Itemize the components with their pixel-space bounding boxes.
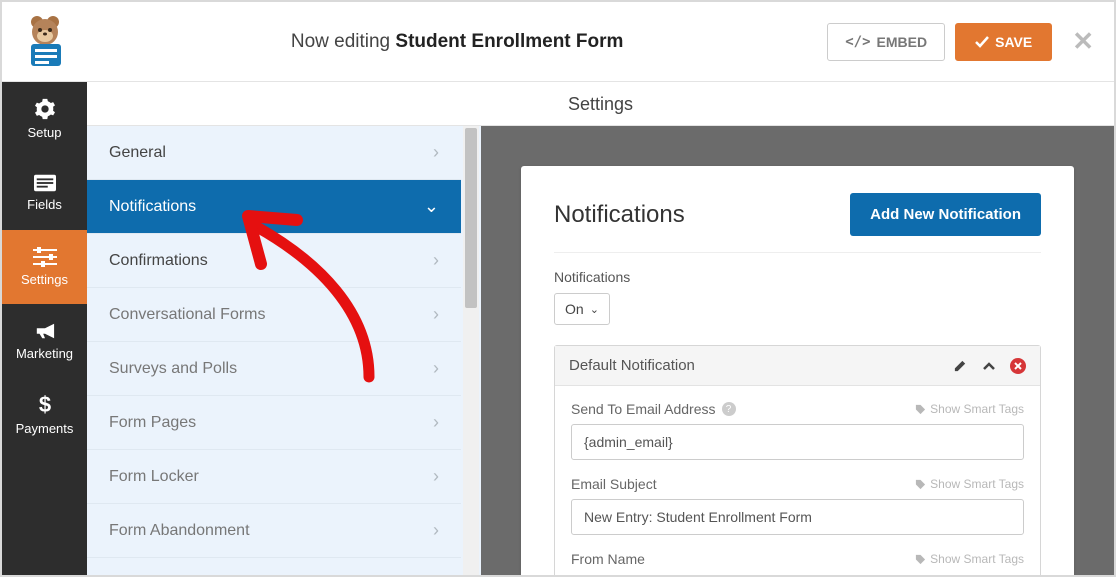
- settings-item-conversational[interactable]: Conversational Forms ›: [87, 288, 461, 342]
- nav-payments-label: Payments: [16, 421, 74, 436]
- send-to-label: Send To Email Address ?: [571, 401, 736, 417]
- settings-item-label: Confirmations: [109, 252, 208, 270]
- settings-item-form-locker[interactable]: Form Locker ›: [87, 450, 461, 504]
- notifications-toggle[interactable]: On ⌄: [554, 293, 610, 325]
- close-icon[interactable]: ✕: [1072, 26, 1094, 57]
- chevron-down-icon: ⌄: [424, 196, 439, 217]
- settings-item-label: Conversational Forms: [109, 306, 266, 324]
- help-icon[interactable]: ?: [722, 402, 736, 416]
- settings-item-label: Surveys and Polls: [109, 360, 237, 378]
- embed-label: EMBED: [877, 34, 928, 50]
- panel-area: Notifications Add New Notification Notif…: [481, 126, 1114, 575]
- smart-tags-link[interactable]: Show Smart Tags: [915, 477, 1024, 491]
- chevron-right-icon: ›: [433, 304, 439, 325]
- tag-icon: [915, 479, 926, 490]
- panel-head: Notifications Add New Notification: [554, 193, 1041, 253]
- check-icon: [975, 35, 989, 49]
- nav-fields[interactable]: Fields: [2, 156, 87, 230]
- card-actions: [953, 358, 1026, 374]
- settings-item-label: Notifications: [109, 198, 196, 216]
- settings-item-label: Form Locker: [109, 468, 199, 486]
- add-notification-button[interactable]: Add New Notification: [850, 193, 1041, 236]
- editing-prefix: Now editing: [291, 31, 396, 52]
- save-label: SAVE: [995, 34, 1032, 50]
- delete-icon[interactable]: [1010, 358, 1026, 374]
- main: Setup Fields Settings Marketing $ Paymen…: [2, 82, 1114, 575]
- nav-setup[interactable]: Setup: [2, 82, 87, 156]
- panel-title: Notifications: [554, 201, 685, 229]
- svg-text:$: $: [38, 394, 50, 416]
- smart-tags-link[interactable]: Show Smart Tags: [915, 552, 1024, 566]
- chevron-up-icon[interactable]: [982, 359, 996, 373]
- chevron-right-icon: ›: [433, 358, 439, 379]
- chevron-down-icon: ⌄: [590, 303, 599, 316]
- vertical-nav: Setup Fields Settings Marketing $ Paymen…: [2, 82, 87, 575]
- smart-tags-link[interactable]: Show Smart Tags: [915, 402, 1024, 416]
- tag-icon: [915, 404, 926, 415]
- scrollbar-track[interactable]: [463, 126, 479, 575]
- megaphone-icon: [34, 321, 56, 341]
- save-button[interactable]: SAVE: [955, 23, 1052, 61]
- sliders-icon: [33, 247, 57, 267]
- chevron-right-icon: ›: [433, 142, 439, 163]
- page-heading: Settings: [87, 82, 1114, 126]
- settings-item-form-abandonment[interactable]: Form Abandonment ›: [87, 504, 461, 558]
- dollar-icon: $: [38, 394, 52, 416]
- top-bar: Now editing Student Enrollment Form </> …: [2, 2, 1114, 82]
- settings-item-label: Form Pages: [109, 414, 196, 432]
- nav-marketing[interactable]: Marketing: [2, 304, 87, 378]
- settings-list: General › Notifications ⌄ Confirmations …: [87, 126, 461, 558]
- notifications-panel: Notifications Add New Notification Notif…: [521, 166, 1074, 575]
- code-icon: </>: [845, 34, 870, 50]
- form-name: Student Enrollment Form: [395, 31, 623, 52]
- nav-payments[interactable]: $ Payments: [2, 378, 87, 452]
- app-logo: [2, 2, 87, 82]
- chevron-right-icon: ›: [433, 466, 439, 487]
- subject-input[interactable]: [571, 499, 1024, 535]
- content-wrap: Settings General › Notifications ⌄ Confi…: [87, 82, 1114, 575]
- content-row: General › Notifications ⌄ Confirmations …: [87, 126, 1114, 575]
- embed-button[interactable]: </> EMBED: [827, 23, 945, 61]
- card-head: Default Notification: [555, 346, 1040, 386]
- nav-settings-label: Settings: [21, 272, 68, 287]
- send-to-input[interactable]: [571, 424, 1024, 460]
- gear-icon: [34, 98, 56, 120]
- nav-settings[interactable]: Settings: [2, 230, 87, 304]
- settings-item-label: General: [109, 144, 166, 162]
- toggle-label: Notifications: [554, 269, 1041, 285]
- list-icon: [34, 174, 56, 192]
- card-title: Default Notification: [569, 357, 695, 374]
- settings-item-form-pages[interactable]: Form Pages ›: [87, 396, 461, 450]
- settings-item-notifications[interactable]: Notifications ⌄: [87, 180, 461, 234]
- nav-fields-label: Fields: [27, 197, 62, 212]
- chevron-right-icon: ›: [433, 520, 439, 541]
- chevron-right-icon: ›: [433, 250, 439, 271]
- nav-setup-label: Setup: [28, 125, 62, 140]
- scrollbar-thumb[interactable]: [465, 128, 477, 308]
- notification-card: Default Notification Send To Email Addre…: [554, 345, 1041, 575]
- subject-label: Email Subject: [571, 476, 657, 492]
- settings-item-general[interactable]: General ›: [87, 126, 461, 180]
- tag-icon: [915, 554, 926, 565]
- settings-item-confirmations[interactable]: Confirmations ›: [87, 234, 461, 288]
- chevron-right-icon: ›: [433, 412, 439, 433]
- settings-item-label: Form Abandonment: [109, 522, 250, 540]
- toggle-value: On: [565, 301, 584, 317]
- settings-item-surveys[interactable]: Surveys and Polls ›: [87, 342, 461, 396]
- settings-sidebar: General › Notifications ⌄ Confirmations …: [87, 126, 481, 575]
- nav-marketing-label: Marketing: [16, 346, 73, 361]
- page-title: Now editing Student Enrollment Form: [87, 31, 827, 53]
- card-body: Send To Email Address ? Show Smart Tags: [555, 386, 1040, 575]
- pencil-icon[interactable]: [953, 358, 968, 373]
- from-name-label: From Name: [571, 551, 645, 567]
